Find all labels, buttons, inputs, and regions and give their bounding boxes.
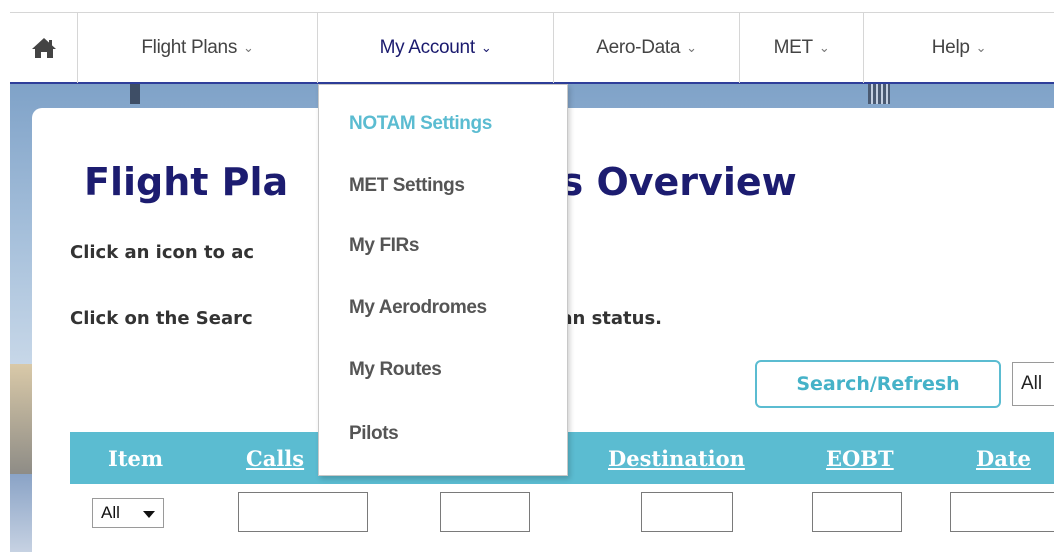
- column-item: Item: [108, 446, 164, 471]
- callsign-filter-input[interactable]: [238, 492, 368, 532]
- menu-item-my-aerodromes[interactable]: My Aerodromes: [349, 297, 487, 319]
- menu-item-notam-settings[interactable]: NOTAM Settings: [349, 113, 492, 135]
- item-filter-select[interactable]: All: [92, 498, 164, 528]
- chevron-down-icon: ⌄: [818, 40, 830, 55]
- column-date[interactable]: Date: [976, 446, 1031, 471]
- instruction-line-1: Click an icon to ac: [70, 242, 255, 263]
- search-refresh-button[interactable]: Search/Refresh: [755, 360, 1001, 408]
- nav-met-label: MET: [773, 37, 814, 58]
- house-icon: [31, 37, 57, 59]
- chevron-down-icon: ⌄: [975, 40, 987, 55]
- nav-flight-plans-label: Flight Plans: [141, 37, 238, 58]
- nav-my-account-label: My Account: [379, 37, 476, 58]
- chevron-down-icon: ⌄: [480, 40, 492, 55]
- filter-row: [70, 484, 1054, 552]
- instruction-line-2-left: Click on the Searc: [70, 308, 253, 329]
- destination-filter-input[interactable]: [641, 492, 733, 532]
- column-callsign[interactable]: Calls: [246, 446, 304, 471]
- column-eobt[interactable]: EOBT: [826, 446, 894, 471]
- nav-met[interactable]: MET ⌄: [740, 13, 864, 83]
- eobt-filter-input[interactable]: [812, 492, 902, 532]
- item-filter-value: All: [101, 503, 120, 522]
- nav-flight-plans[interactable]: Flight Plans ⌄: [78, 13, 318, 83]
- background-tower: [130, 84, 140, 104]
- date-filter-input[interactable]: [950, 492, 1054, 532]
- column-destination[interactable]: Destination: [608, 446, 745, 471]
- top-navigation: Flight Plans ⌄ My Account ⌄ Aero-Data ⌄ …: [10, 12, 1054, 84]
- nav-aero-data[interactable]: Aero-Data ⌄: [554, 13, 740, 83]
- background-building: [868, 84, 890, 104]
- menu-item-my-firs[interactable]: My FIRs: [349, 235, 419, 257]
- page: Flight Plans ⌄ My Account ⌄ Aero-Data ⌄ …: [0, 0, 1054, 552]
- my-account-dropdown: NOTAM Settings MET Settings My FIRs My A…: [318, 84, 568, 476]
- home-button[interactable]: [10, 13, 78, 83]
- nav-aero-data-label: Aero-Data: [596, 37, 681, 58]
- chevron-down-icon: ⌄: [243, 40, 254, 55]
- status-filter-select[interactable]: All: [1012, 362, 1054, 406]
- menu-item-met-settings[interactable]: MET Settings: [349, 175, 465, 197]
- menu-item-pilots[interactable]: Pilots: [349, 423, 399, 445]
- nav-help-label: Help: [931, 37, 970, 58]
- nav-help[interactable]: Help ⌄: [864, 13, 1054, 83]
- page-title-left: Flight Pla: [84, 160, 289, 204]
- nav-my-account[interactable]: My Account ⌄: [318, 13, 554, 83]
- chevron-down-icon: ⌄: [686, 40, 697, 55]
- caret-down-icon: [143, 511, 155, 518]
- departure-filter-input[interactable]: [440, 492, 530, 532]
- menu-item-my-routes[interactable]: My Routes: [349, 359, 442, 381]
